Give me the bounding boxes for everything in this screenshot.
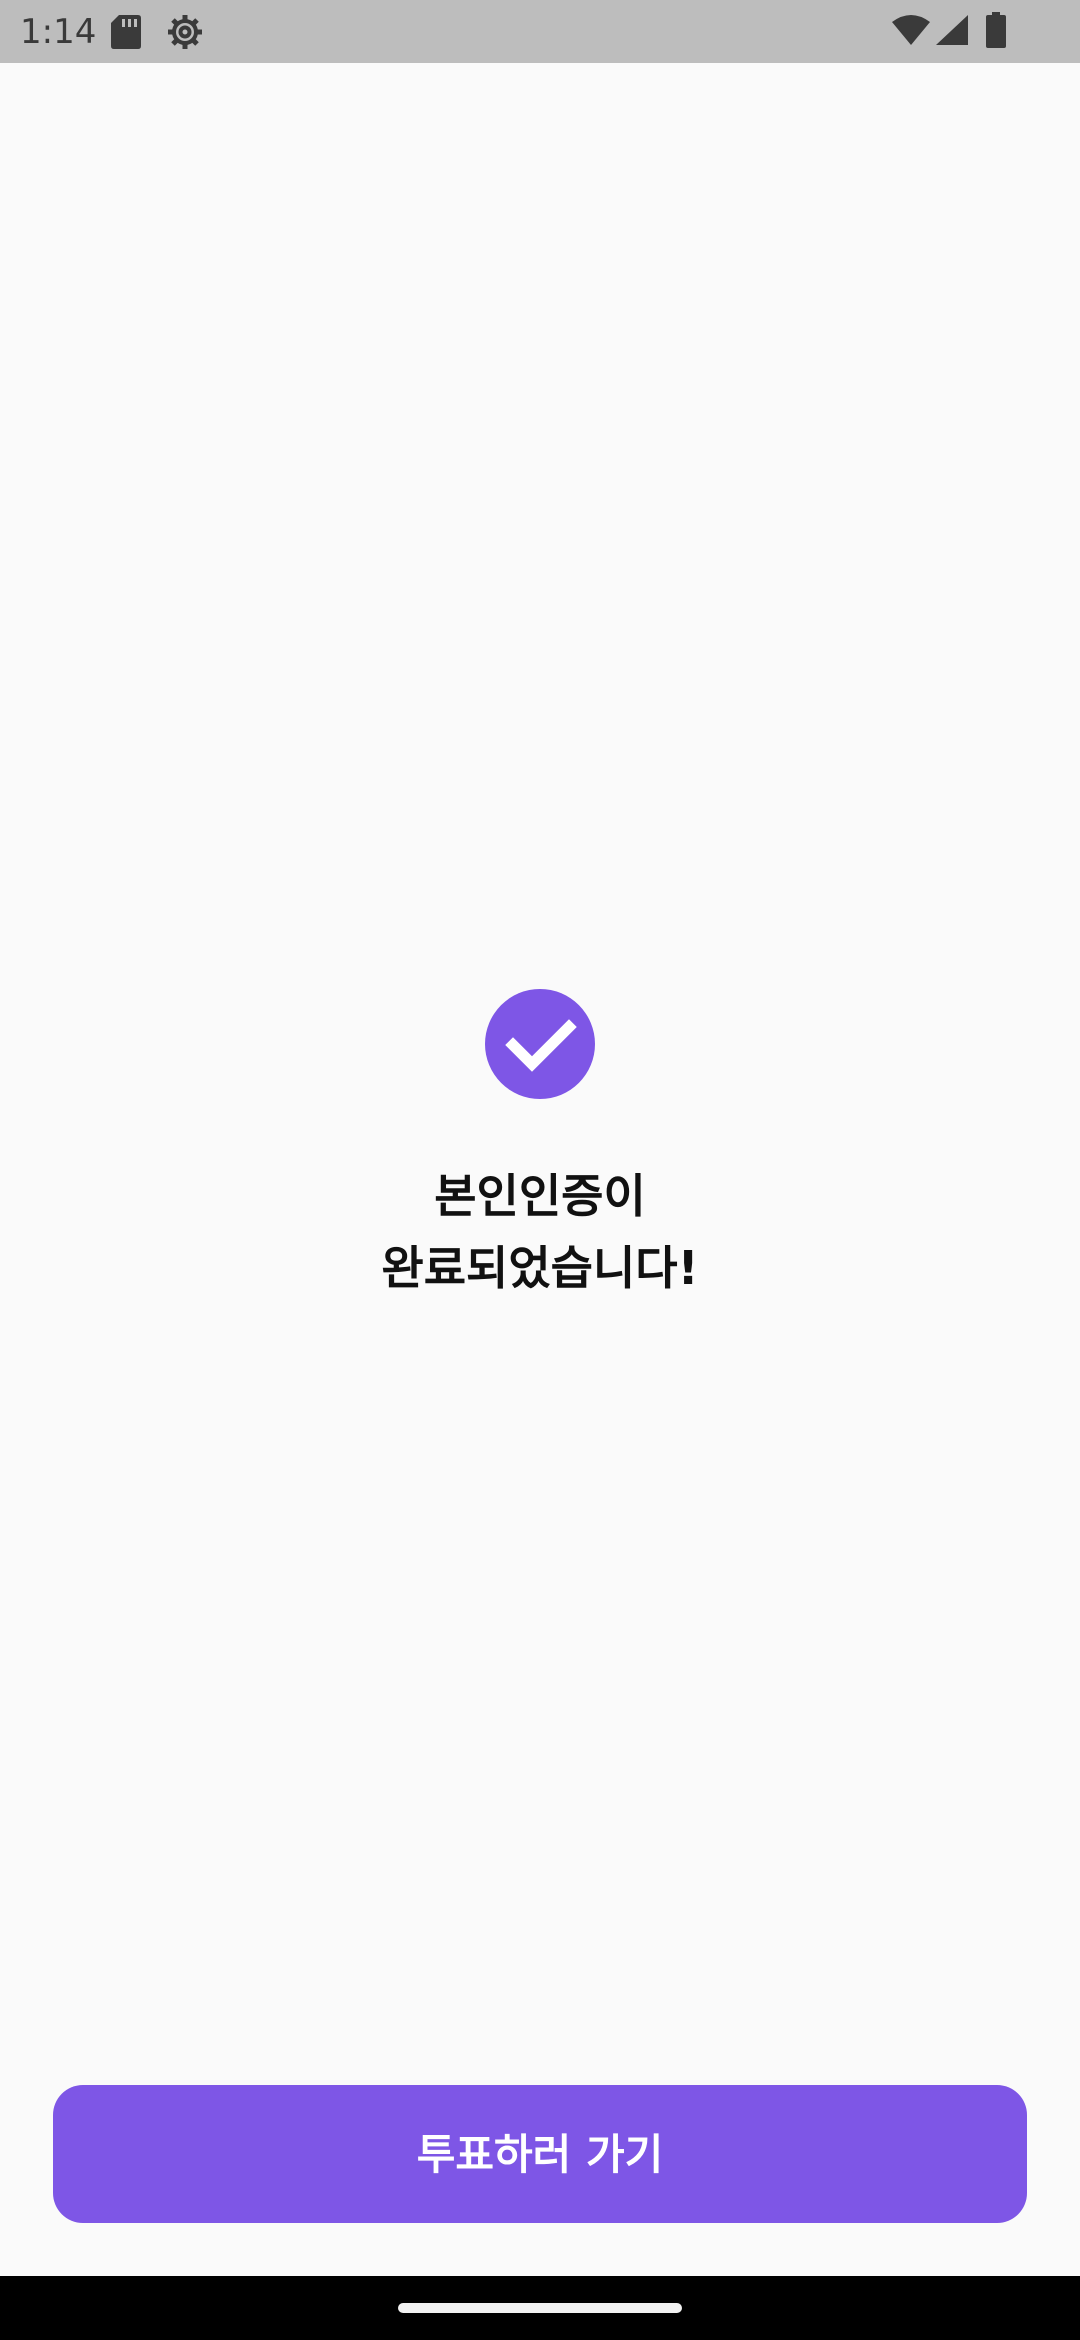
gear-icon xyxy=(168,15,202,49)
message-line-2: 완료되었습니다! xyxy=(381,1241,699,1295)
cell-signal-icon xyxy=(936,15,968,45)
message-line-1: 본인인증이 xyxy=(434,1169,646,1223)
battery-icon xyxy=(986,12,1006,48)
home-indicator[interactable] xyxy=(398,2303,682,2313)
wifi-icon xyxy=(892,15,930,45)
sd-card-icon xyxy=(111,15,141,49)
checkmark-icon xyxy=(505,1019,577,1072)
status-bar: 1:14 xyxy=(0,0,1080,63)
completion-message: 본인인증이 완료되었습니다! xyxy=(240,1160,840,1304)
go-vote-button[interactable]: 투표하러 가기 xyxy=(53,2085,1027,2223)
status-time: 1:14 xyxy=(20,12,97,52)
navigation-bar xyxy=(0,2276,1080,2340)
verification-complete-screen: 1:14 본인인증이 완료되었습니다! 투표하러 가기 xyxy=(0,0,1080,2340)
check-circle-icon xyxy=(485,989,595,1099)
